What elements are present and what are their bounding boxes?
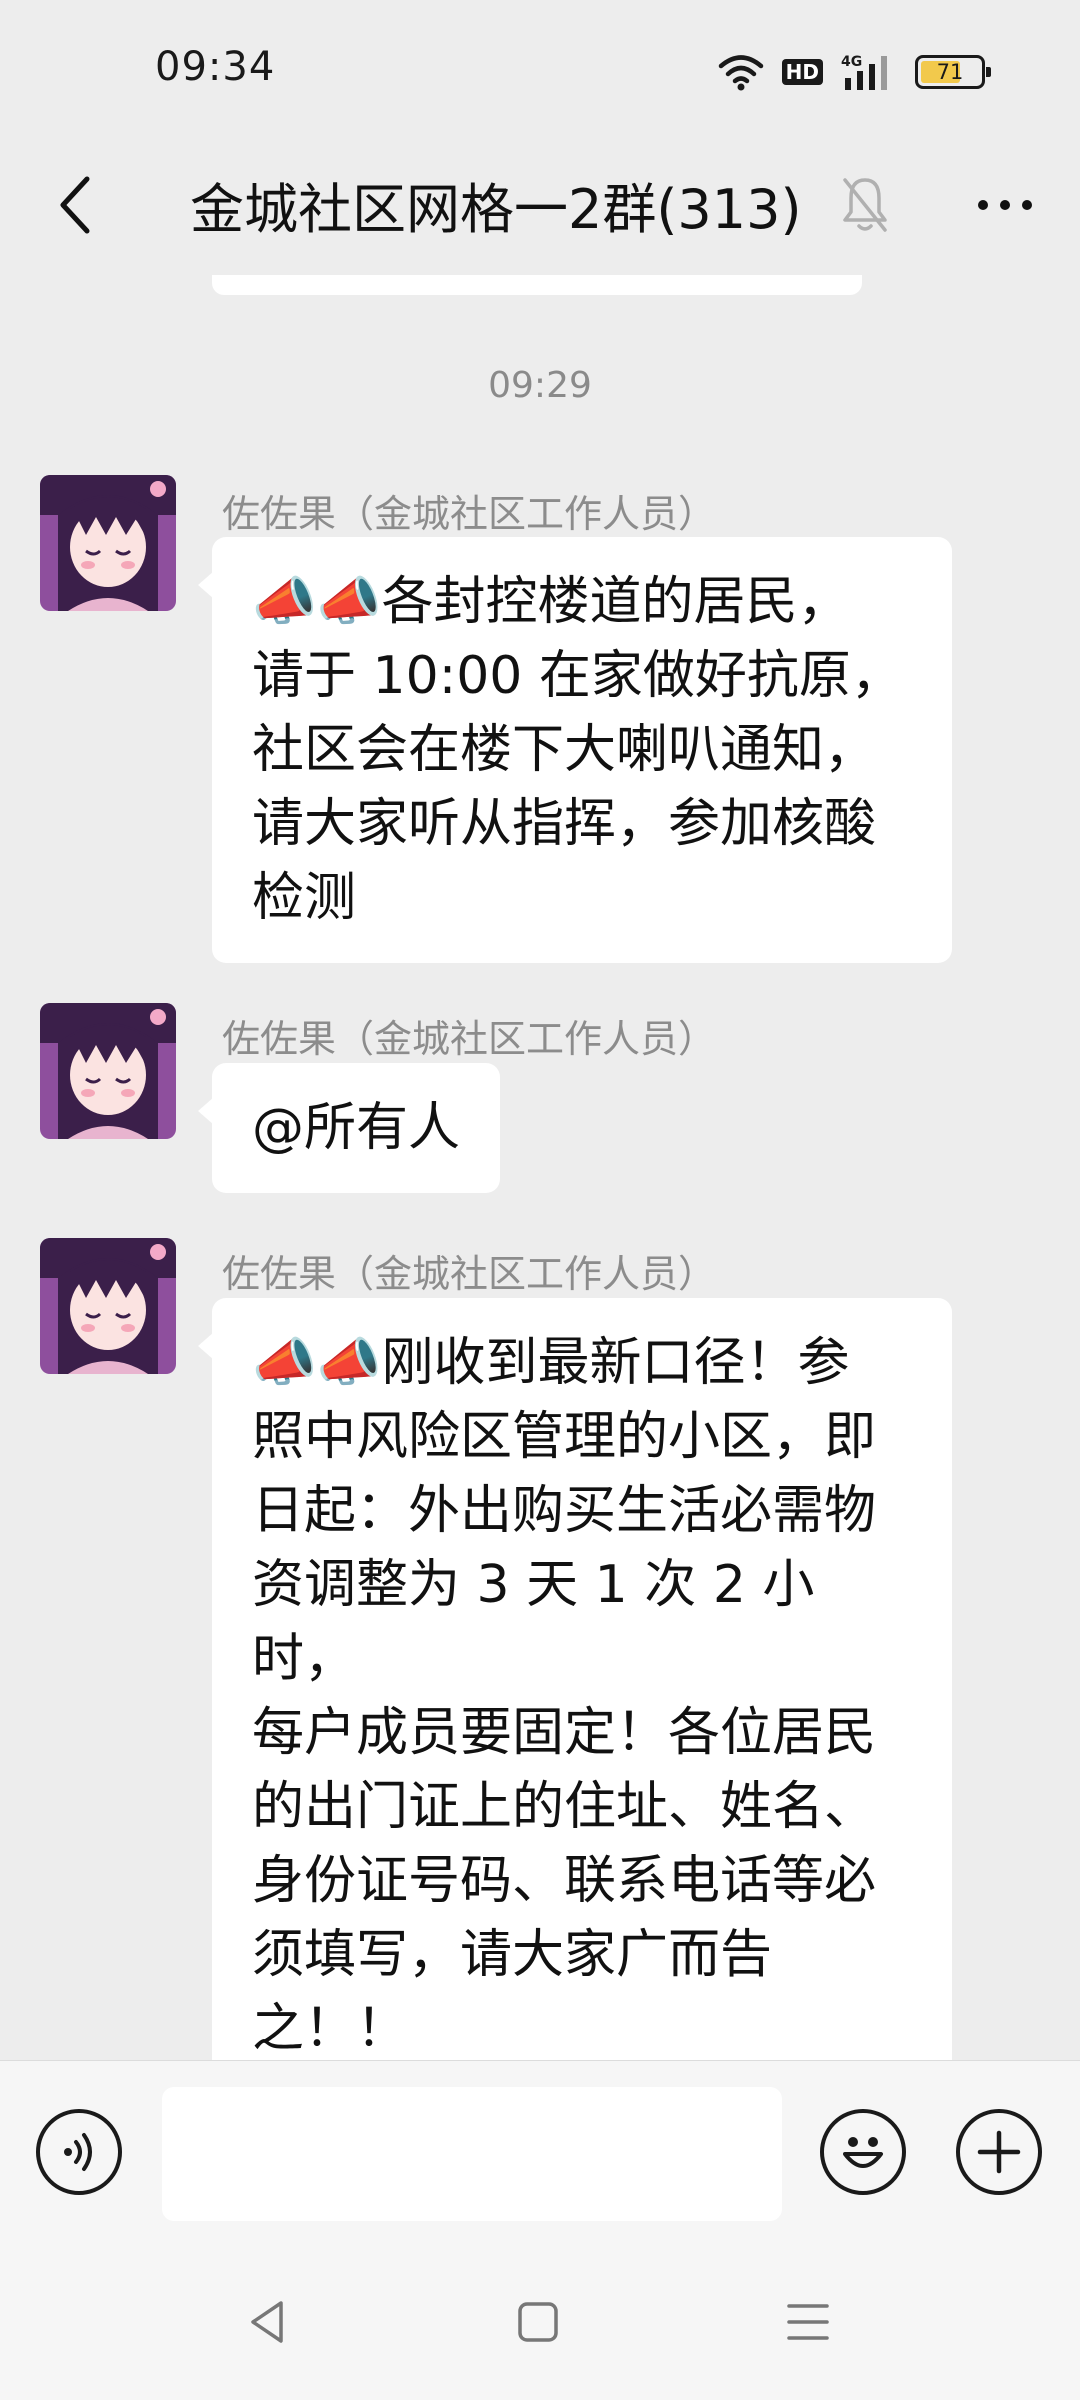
voice-icon [64, 2133, 92, 2171]
emoji-icon [843, 2137, 883, 2168]
message-bubble[interactable]: 📣📣刚收到最新口径！参 照中风险区管理的小区，即 日起：外出购买生活必需物 资调… [198, 1298, 952, 2060]
anime-girl-avatar-icon [40, 1238, 176, 1374]
system-nav-bar [0, 2240, 1080, 2400]
battery-icon: 71 [915, 55, 991, 89]
message-text: 📣📣各封控楼道的居民， 请于 10:00 在家做好抗原， 社区会在楼下大喇叭通知… [252, 572, 903, 928]
sender-name: 佐佐果（金城社区工作人员） [222, 1017, 717, 1061]
emoji-button[interactable] [820, 2109, 906, 2195]
hd-icon: HD [781, 59, 823, 85]
previous-message-bubble[interactable] [212, 275, 862, 295]
message-input[interactable] [162, 2087, 782, 2221]
mute-indicator [835, 170, 895, 240]
message-bubble[interactable]: 📣📣各封控楼道的居民， 请于 10:00 在家做好抗原， 社区会在楼下大喇叭通知… [198, 537, 952, 963]
nav-home-button[interactable] [498, 2290, 578, 2354]
anime-girl-avatar-icon [40, 475, 176, 611]
sender-avatar[interactable] [40, 475, 176, 611]
signal-icon: 4G [841, 54, 887, 90]
network-label: 4G [841, 54, 862, 70]
sender-avatar[interactable] [40, 1238, 176, 1374]
anime-girl-avatar-icon [40, 1003, 176, 1139]
chat-area[interactable]: 09:29 佐佐果（金城社区工作人员） 📣📣各封控楼道的居民， 请于 10:00… [0, 275, 1080, 2060]
voice-button[interactable] [36, 2109, 122, 2195]
status-bar: 09:34 HD 4G 71 [0, 0, 1080, 140]
more-button[interactable] [965, 170, 1045, 240]
sender-avatar[interactable] [40, 1003, 176, 1139]
wifi-icon [718, 55, 763, 91]
more-icon [978, 200, 988, 210]
chat-title: 金城社区网格一2群(313) [190, 178, 802, 241]
back-arrow-icon [60, 176, 90, 234]
plus-icon [977, 2130, 1021, 2174]
plus-button[interactable] [956, 2109, 1042, 2195]
message-timestamp: 09:29 [488, 365, 592, 406]
message-text: 📣📣刚收到最新口径！参 照中风险区管理的小区，即 日起：外出购买生活必需物 资调… [252, 1333, 877, 2059]
nav-home-icon [518, 2302, 558, 2342]
back-button[interactable] [40, 170, 110, 240]
nav-menu-button[interactable] [768, 2290, 848, 2354]
status-icons: HD 4G 71 [718, 50, 991, 94]
sender-name: 佐佐果（金城社区工作人员） [222, 492, 717, 536]
message-text: @所有人 [252, 1098, 461, 1158]
nav-back-button[interactable] [228, 2290, 308, 2354]
mute-bell-icon [843, 178, 887, 232]
status-time: 09:34 [155, 44, 276, 90]
nav-back-icon [251, 2301, 283, 2343]
nav-menu-icon [787, 2304, 829, 2340]
battery-level: 71 [936, 60, 964, 84]
sender-name: 佐佐果（金城社区工作人员） [222, 1252, 717, 1296]
message-bubble[interactable]: @所有人 [197, 1063, 501, 1193]
chat-header: 金城社区网格一2群(313) [0, 140, 1080, 275]
input-bar [0, 2060, 1080, 2241]
